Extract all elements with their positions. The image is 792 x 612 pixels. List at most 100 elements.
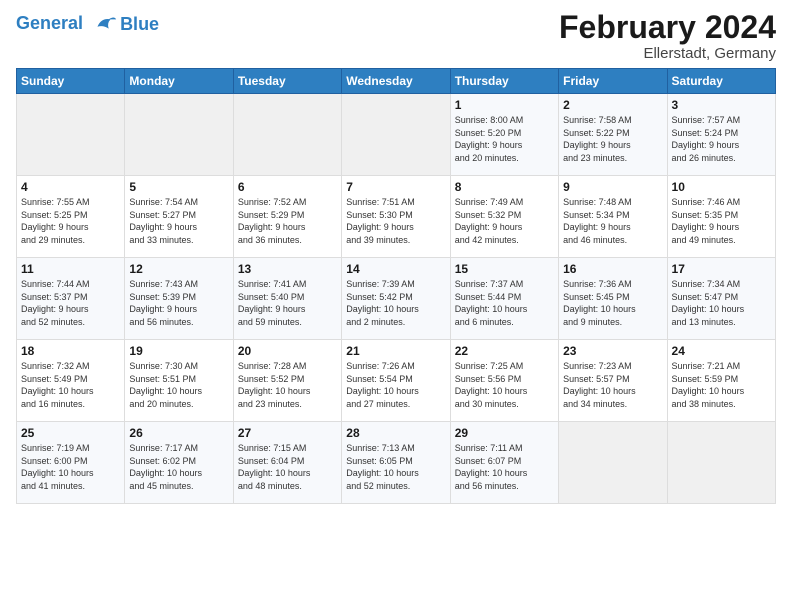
day-cell: 23 Sunrise: 7:23 AM Sunset: 5:57 PM Dayli… — [559, 340, 667, 422]
day-detail: Sunrise: 7:41 AM Sunset: 5:40 PM Dayligh… — [238, 278, 337, 328]
day-number: 3 — [672, 98, 771, 112]
day-cell — [342, 94, 450, 176]
day-detail: Sunrise: 7:28 AM Sunset: 5:52 PM Dayligh… — [238, 360, 337, 410]
day-detail: Sunrise: 7:21 AM Sunset: 5:59 PM Dayligh… — [672, 360, 771, 410]
day-number: 7 — [346, 180, 445, 194]
day-cell: 8 Sunrise: 7:49 AM Sunset: 5:32 PM Daylig… — [450, 176, 558, 258]
day-cell: 5Sunrise: 7:54 AM Sunset: 5:27 PM Daylig… — [125, 176, 233, 258]
day-cell: 9 Sunrise: 7:48 AM Sunset: 5:34 PM Daylig… — [559, 176, 667, 258]
day-cell: 13Sunrise: 7:41 AM Sunset: 5:40 PM Dayli… — [233, 258, 341, 340]
day-detail: Sunrise: 7:17 AM Sunset: 6:02 PM Dayligh… — [129, 442, 228, 492]
day-number: 24 — [672, 344, 771, 358]
day-detail: Sunrise: 7:51 AM Sunset: 5:30 PM Dayligh… — [346, 196, 445, 246]
day-detail: Sunrise: 7:48 AM Sunset: 5:34 PM Dayligh… — [563, 196, 662, 246]
logo-bird-icon — [90, 10, 118, 38]
day-cell: 4 Sunrise: 7:55 AM Sunset: 5:25 PM Daylig… — [17, 176, 125, 258]
day-cell: 11 Sunrise: 7:44 AM Sunset: 5:37 PM Dayli… — [17, 258, 125, 340]
day-detail: Sunrise: 7:34 AM Sunset: 5:47 PM Dayligh… — [672, 278, 771, 328]
day-number: 2 — [563, 98, 662, 112]
week-row-1: 1 Sunrise: 8:00 AM Sunset: 5:20 PM Daylig… — [17, 94, 776, 176]
day-detail: Sunrise: 7:30 AM Sunset: 5:51 PM Dayligh… — [129, 360, 228, 410]
day-detail: Sunrise: 7:55 AM Sunset: 5:25 PM Dayligh… — [21, 196, 120, 246]
day-detail: Sunrise: 7:25 AM Sunset: 5:56 PM Dayligh… — [455, 360, 554, 410]
week-row-5: 25 Sunrise: 7:19 AM Sunset: 6:00 PM Dayli… — [17, 422, 776, 504]
day-detail: Sunrise: 7:19 AM Sunset: 6:00 PM Dayligh… — [21, 442, 120, 492]
day-detail: Sunrise: 8:00 AM Sunset: 5:20 PM Dayligh… — [455, 114, 554, 164]
day-cell: 1 Sunrise: 8:00 AM Sunset: 5:20 PM Daylig… — [450, 94, 558, 176]
column-header-friday: Friday — [559, 69, 667, 94]
day-detail: Sunrise: 7:49 AM Sunset: 5:32 PM Dayligh… — [455, 196, 554, 246]
day-number: 6 — [238, 180, 337, 194]
day-number: 20 — [238, 344, 337, 358]
day-number: 17 — [672, 262, 771, 276]
day-number: 19 — [129, 344, 228, 358]
day-number: 26 — [129, 426, 228, 440]
logo: General Blue — [16, 10, 159, 38]
day-cell: 2 Sunrise: 7:58 AM Sunset: 5:22 PM Daylig… — [559, 94, 667, 176]
day-cell: 3 Sunrise: 7:57 AM Sunset: 5:24 PM Daylig… — [667, 94, 775, 176]
day-cell — [17, 94, 125, 176]
day-number: 21 — [346, 344, 445, 358]
day-cell: 24 Sunrise: 7:21 AM Sunset: 5:59 PM Dayli… — [667, 340, 775, 422]
day-detail: Sunrise: 7:37 AM Sunset: 5:44 PM Dayligh… — [455, 278, 554, 328]
day-cell: 26 Sunrise: 7:17 AM Sunset: 6:02 PM Dayli… — [125, 422, 233, 504]
day-number: 14 — [346, 262, 445, 276]
day-cell: 29 Sunrise: 7:11 AM Sunset: 6:07 PM Dayli… — [450, 422, 558, 504]
column-header-wednesday: Wednesday — [342, 69, 450, 94]
day-number: 11 — [21, 262, 120, 276]
day-cell: 18Sunrise: 7:32 AM Sunset: 5:49 PM Dayli… — [17, 340, 125, 422]
day-detail: Sunrise: 7:58 AM Sunset: 5:22 PM Dayligh… — [563, 114, 662, 164]
day-number: 5 — [129, 180, 228, 194]
header-row: SundayMondayTuesdayWednesdayThursdayFrid… — [17, 69, 776, 94]
day-number: 28 — [346, 426, 445, 440]
day-cell: 6Sunrise: 7:52 AM Sunset: 5:29 PM Daylig… — [233, 176, 341, 258]
day-cell: 17 Sunrise: 7:34 AM Sunset: 5:47 PM Dayli… — [667, 258, 775, 340]
day-cell: 14 Sunrise: 7:39 AM Sunset: 5:42 PM Dayli… — [342, 258, 450, 340]
header-row: General Blue February 2024 Ellerstadt, G… — [16, 10, 776, 62]
day-cell — [667, 422, 775, 504]
day-cell — [559, 422, 667, 504]
day-cell: 25 Sunrise: 7:19 AM Sunset: 6:00 PM Dayli… — [17, 422, 125, 504]
day-cell: 22Sunrise: 7:25 AM Sunset: 5:56 PM Dayli… — [450, 340, 558, 422]
day-detail: Sunrise: 7:57 AM Sunset: 5:24 PM Dayligh… — [672, 114, 771, 164]
day-number: 9 — [563, 180, 662, 194]
day-cell — [233, 94, 341, 176]
day-number: 10 — [672, 180, 771, 194]
day-detail: Sunrise: 7:11 AM Sunset: 6:07 PM Dayligh… — [455, 442, 554, 492]
day-cell — [125, 94, 233, 176]
day-detail: Sunrise: 7:26 AM Sunset: 5:54 PM Dayligh… — [346, 360, 445, 410]
day-number: 15 — [455, 262, 554, 276]
column-header-sunday: Sunday — [17, 69, 125, 94]
title-block: February 2024 Ellerstadt, Germany — [559, 10, 776, 62]
day-detail: Sunrise: 7:23 AM Sunset: 5:57 PM Dayligh… — [563, 360, 662, 410]
column-header-tuesday: Tuesday — [233, 69, 341, 94]
day-detail: Sunrise: 7:39 AM Sunset: 5:42 PM Dayligh… — [346, 278, 445, 328]
day-number: 23 — [563, 344, 662, 358]
day-detail: Sunrise: 7:44 AM Sunset: 5:37 PM Dayligh… — [21, 278, 120, 328]
week-row-4: 18Sunrise: 7:32 AM Sunset: 5:49 PM Dayli… — [17, 340, 776, 422]
day-number: 4 — [21, 180, 120, 194]
calendar-title: February 2024 — [559, 10, 776, 45]
day-cell: 28 Sunrise: 7:13 AM Sunset: 6:05 PM Dayli… — [342, 422, 450, 504]
day-detail: Sunrise: 7:13 AM Sunset: 6:05 PM Dayligh… — [346, 442, 445, 492]
day-cell: 20 Sunrise: 7:28 AM Sunset: 5:52 PM Dayli… — [233, 340, 341, 422]
day-detail: Sunrise: 7:15 AM Sunset: 6:04 PM Dayligh… — [238, 442, 337, 492]
day-cell: 15 Sunrise: 7:37 AM Sunset: 5:44 PM Dayli… — [450, 258, 558, 340]
column-header-saturday: Saturday — [667, 69, 775, 94]
day-number: 18 — [21, 344, 120, 358]
day-number: 29 — [455, 426, 554, 440]
column-header-monday: Monday — [125, 69, 233, 94]
day-cell: 19 Sunrise: 7:30 AM Sunset: 5:51 PM Dayli… — [125, 340, 233, 422]
logo-general: General — [16, 13, 83, 33]
day-detail: Sunrise: 7:46 AM Sunset: 5:35 PM Dayligh… — [672, 196, 771, 246]
calendar-subtitle: Ellerstadt, Germany — [559, 45, 776, 62]
day-cell: 16Sunrise: 7:36 AM Sunset: 5:45 PM Dayli… — [559, 258, 667, 340]
day-number: 25 — [21, 426, 120, 440]
column-header-thursday: Thursday — [450, 69, 558, 94]
calendar-table: SundayMondayTuesdayWednesdayThursdayFrid… — [16, 68, 776, 504]
day-number: 8 — [455, 180, 554, 194]
day-number: 16 — [563, 262, 662, 276]
day-number: 1 — [455, 98, 554, 112]
logo-blue: Blue — [120, 14, 159, 35]
week-row-2: 4 Sunrise: 7:55 AM Sunset: 5:25 PM Daylig… — [17, 176, 776, 258]
